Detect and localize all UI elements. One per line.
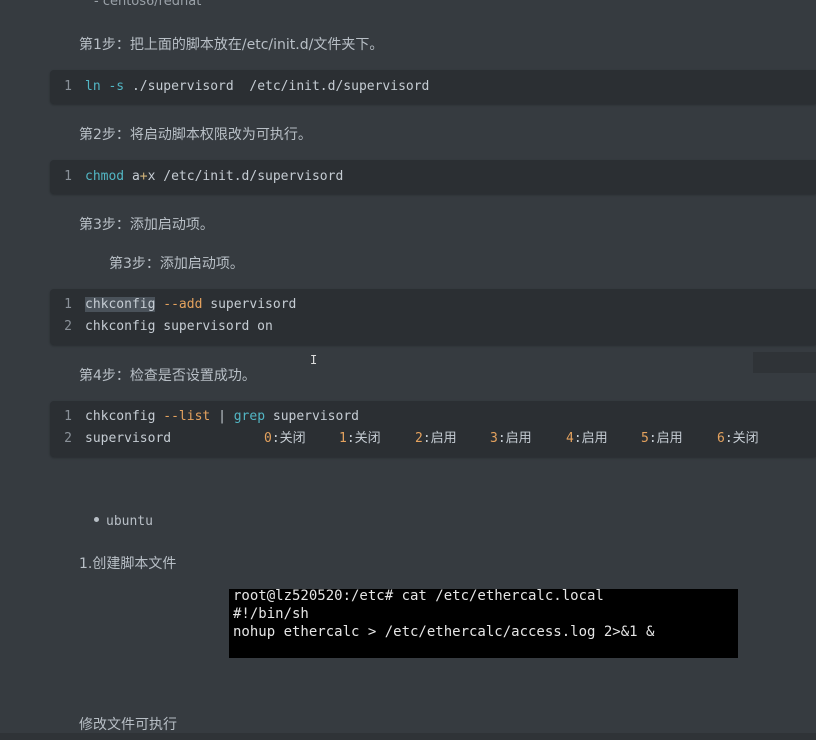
line-number: 2 [64, 319, 72, 334]
code-line: 1 chkconfig --add supervisord [50, 295, 296, 315]
code-token: + [139, 169, 148, 184]
step2-text: 第2步：将启动脚本权限改为可执行。 [79, 127, 312, 143]
line-number: 2 [64, 431, 72, 446]
line-number: 1 [64, 169, 72, 184]
step4-text: 第4步：检查是否设置成功。 [79, 368, 256, 384]
line-number: 1 [64, 297, 72, 312]
runlevel-4: 4:启用 [566, 431, 608, 446]
code-line: 1 ln -s ./supervisord /etc/init.d/supervi… [50, 77, 429, 97]
line-number: 1 [64, 79, 72, 94]
code-token: chmod [85, 169, 125, 184]
code-token: supervisord [85, 431, 172, 446]
code-block-2[interactable]: 1 chmod a+x /etc/init.d/supervisord [50, 160, 816, 194]
runlevel-3: 3:启用 [490, 431, 532, 446]
code-token: --add [163, 297, 203, 312]
code-line: 2 supervisord [50, 429, 171, 449]
line-number: 1 [64, 409, 72, 424]
code-line: 1 chkconfig --list | grep supervisord [50, 407, 359, 427]
step3-indented-text: 第3步：添加启动项。 [109, 256, 244, 272]
code-token: supervisord [202, 297, 297, 312]
code-token: chkconfig supervisord on [85, 319, 273, 334]
bullet-icon [94, 517, 99, 522]
code-token: a [124, 169, 140, 184]
code-token: --list [163, 409, 211, 424]
code-block-4[interactable]: 1 chkconfig --list | grep supervisord 2 su… [50, 401, 816, 457]
terminal-line: nohup ethercalc > /etc/ethercalc/access.… [233, 624, 655, 640]
code-token: ln [85, 79, 101, 94]
code-block-3[interactable]: 1 chkconfig --add supervisord 2 chkconfig … [50, 289, 816, 345]
runlevel-2: 2:启用 [415, 431, 457, 446]
code-token: grep [233, 409, 266, 424]
runlevel-1: 1:关闭 [339, 431, 381, 446]
terminal-line: root@lz520520:/etc# cat /etc/ethercalc.l… [233, 588, 604, 604]
step3-text: 第3步：添加启动项。 [79, 217, 214, 233]
code-block-1[interactable]: 1 ln -s ./supervisord /etc/init.d/supervi… [50, 70, 816, 104]
text-cursor-icon: I [310, 353, 318, 367]
code-line: 2 chkconfig supervisord on [50, 317, 273, 337]
sidebar-toggle[interactable] [753, 352, 816, 373]
code-token: ./supervisord /etc/init.d/supervisord [124, 79, 430, 94]
code-token: x /etc/init.d/supervisord [147, 169, 344, 184]
terminal-screenshot: root@lz520520:/etc# cat /etc/ethercalc.l… [229, 588, 738, 658]
runlevel-6: 6:关闭 [717, 431, 759, 446]
code-token: -s [108, 79, 125, 94]
code-token: supervisord [265, 409, 359, 424]
code-line: 1 chmod a+x /etc/init.d/supervisord [50, 167, 343, 187]
terminal-line: #!/bin/sh [233, 606, 309, 622]
top-fragment-text: - centos6/redhat [94, 0, 202, 9]
code-token-selected: chkconfig [85, 297, 156, 312]
step1-text: 第1步：把上面的脚本放在/etc/init.d/文件夹下。 [79, 37, 384, 53]
bottom-edge [0, 733, 816, 740]
code-token: | [210, 409, 234, 424]
ubuntu-step1-text: 1.创建脚本文件 [79, 556, 177, 572]
code-token: chkconfig [85, 409, 164, 424]
bullet-ubuntu-text: ubuntu [106, 514, 153, 529]
runlevel-0: 0:关闭 [264, 431, 306, 446]
runlevel-5: 5:启用 [641, 431, 683, 446]
modify-exec-text: 修改文件可执行 [79, 717, 177, 733]
